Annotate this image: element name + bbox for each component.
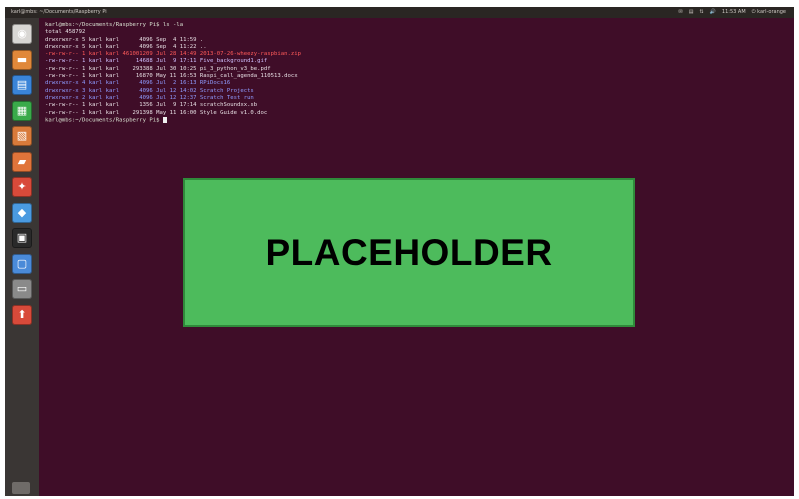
launcher-glyph: ▣ <box>16 231 28 244</box>
browser-icon[interactable]: ◆ <box>12 202 32 223</box>
terminal-line-text: drwxrwxr-x 5 karl karl 4096 Sep 4 11:59 … <box>45 36 204 43</box>
launcher-glyph: ▬ <box>16 52 28 66</box>
terminal-line-text: drwxrwxr-x 5 karl karl 4096 Sep 4 11:22 … <box>45 43 207 50</box>
launcher-glyph: ◆ <box>17 205 27 219</box>
terminal-line-text: drwxrwxr-x 3 karl karl 4096 Jul 12 14:02… <box>45 87 254 94</box>
launcher-glyph: ◉ <box>17 27 27 40</box>
impress-icon[interactable]: ▧ <box>12 126 32 146</box>
terminal-line: drwxrwxr-x 5 karl karl 4096 Sep 4 11:22 … <box>45 44 301 51</box>
launcher-glyph: ▰ <box>17 154 27 168</box>
terminal-line: drwxrwxr-x 5 karl karl 4096 Sep 4 11:59 … <box>45 37 301 44</box>
window-title: karl@mbs: ~/Documents/Raspberry Pi <box>11 9 107 15</box>
panel-indicators[interactable]: ✉ ▤ ⇅ 🔊 11:53 AM ⏻ karl-orange <box>673 7 786 18</box>
terminal-line-text: -rw-rw-r-- 1 karl karl 16870 May 11 16:5… <box>45 73 298 80</box>
terminal-line-text: -rw-rw-r-- 1 karl karl 291398 May 11 16:… <box>45 109 268 116</box>
dash-icon[interactable]: ◉ <box>12 24 32 44</box>
top-panel: karl@mbs: ~/Documents/Raspberry Pi ✉ ▤ ⇅ 🔊 1… <box>5 7 794 18</box>
launcher-glyph: ▢ <box>16 256 28 270</box>
panel-indicator[interactable]: ⇅ <box>699 9 703 15</box>
panel-indicator[interactable]: ▤ <box>689 9 694 15</box>
terminal-line: -rw-rw-r-- 1 karl karl 16870 May 11 16:5… <box>45 73 301 80</box>
disks-icon[interactable]: ▭ <box>12 279 32 299</box>
screen: karl@mbs: ~/Documents/Raspberry Pi ✉ ▤ ⇅ 🔊 1… <box>0 0 799 499</box>
launcher-glyph: ⬆ <box>17 307 27 321</box>
settings-icon[interactable]: ✦ <box>12 177 32 197</box>
terminal-line: -rw-rw-r-- 1 karl karl 1356 Jul 9 17:14 … <box>45 102 301 109</box>
terminal-line: total 458792 <box>45 29 301 36</box>
terminal-line-text: drwxrwxr-x 2 karl karl 4096 Jul 12 12:37… <box>45 94 254 101</box>
trash-icon[interactable] <box>12 482 30 494</box>
software-center-icon[interactable]: ▰ <box>12 151 32 172</box>
launcher-glyph: ▭ <box>16 282 28 295</box>
launcher-glyph: ▤ <box>16 78 28 91</box>
files-icon[interactable]: ▬ <box>12 49 32 70</box>
update-icon[interactable]: ⬆ <box>12 304 32 325</box>
terminal-line-text: karl@mbs:~/Documents/Raspberry Pi$ ls -l… <box>45 22 184 28</box>
workspace-icon[interactable]: ▢ <box>12 253 32 274</box>
terminal-line: karl@mbs:~/Documents/Raspberry Pi$ <box>45 116 301 124</box>
calc-icon[interactable]: ▦ <box>12 100 32 121</box>
writer-icon[interactable]: ▤ <box>12 75 32 95</box>
placeholder-box: PLACEHOLDER <box>183 178 635 327</box>
terminal-line-text: -rw-rw-r-- 1 karl karl 293388 Jul 30 10:… <box>45 65 271 72</box>
terminal-line-text: karl@mbs:~/Documents/Raspberry Pi$ <box>45 117 163 124</box>
panel-indicator[interactable]: 🔊 <box>710 9 716 15</box>
terminal-line-text: total 458792 <box>45 29 86 36</box>
terminal-line: -rw-rw-r-- 1 karl karl 291398 May 11 16:… <box>45 110 301 117</box>
terminal-line-text: -rw-rw-r-- 1 karl karl 461001209 Jul 28 … <box>45 51 301 58</box>
terminal-line: drwxrwxr-x 3 karl karl 4096 Jul 12 14:02… <box>45 88 301 95</box>
panel-indicator[interactable]: ✉ <box>679 9 683 15</box>
terminal-icon[interactable]: ▣ <box>12 228 32 248</box>
terminal-line: drwxrwxr-x 2 karl karl 4096 Jul 12 12:37… <box>45 95 301 102</box>
terminal-output: karl@mbs:~/Documents/Raspberry Pi$ ls -l… <box>45 22 301 124</box>
terminal-line: drwxrwxr-x 4 karl karl 4096 Jul 2 16:13 … <box>45 80 301 87</box>
terminal-line-text: -rw-rw-r-- 1 karl karl 1356 Jul 9 17:14 … <box>45 102 258 109</box>
launcher-glyph: ▦ <box>16 103 28 117</box>
panel-indicator[interactable]: ⏻ karl-orange <box>752 9 786 15</box>
terminal-line: -rw-rw-r-- 1 karl karl 461001209 Jul 28 … <box>45 51 301 58</box>
panel-indicator[interactable]: 11:53 AM <box>722 9 746 15</box>
terminal-line: karl@mbs:~/Documents/Raspberry Pi$ ls -l… <box>45 22 301 29</box>
cursor <box>162 116 167 123</box>
launcher: ◉ ▬ ▤ ▦ ▧ ▰ ✦ ◆ ▣ ▢ ▭ ⬆ <box>5 18 40 496</box>
terminal-line: -rw-rw-r-- 1 karl karl 293388 Jul 30 10:… <box>45 66 301 73</box>
terminal-line-text: drwxrwxr-x 4 karl karl 4096 Jul 2 16:13 … <box>45 80 231 87</box>
terminal-line: -rw-rw-r-- 1 karl karl 14688 Jul 9 17:11… <box>45 58 301 65</box>
terminal-line-text: -rw-rw-r-- 1 karl karl 14688 Jul 9 17:11… <box>45 58 268 65</box>
launcher-glyph: ▧ <box>16 129 28 142</box>
launcher-glyph: ✦ <box>17 180 27 193</box>
placeholder-label: PLACEHOLDER <box>265 231 553 273</box>
